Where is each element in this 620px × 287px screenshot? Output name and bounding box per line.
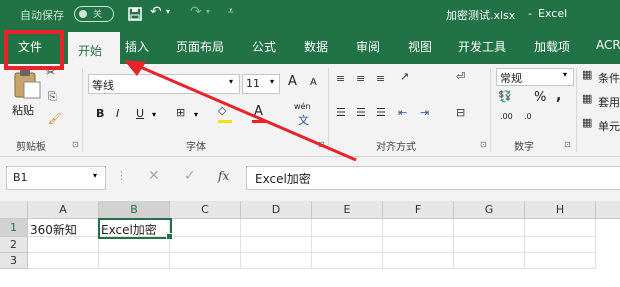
annotation-arrow [124,60,357,162]
